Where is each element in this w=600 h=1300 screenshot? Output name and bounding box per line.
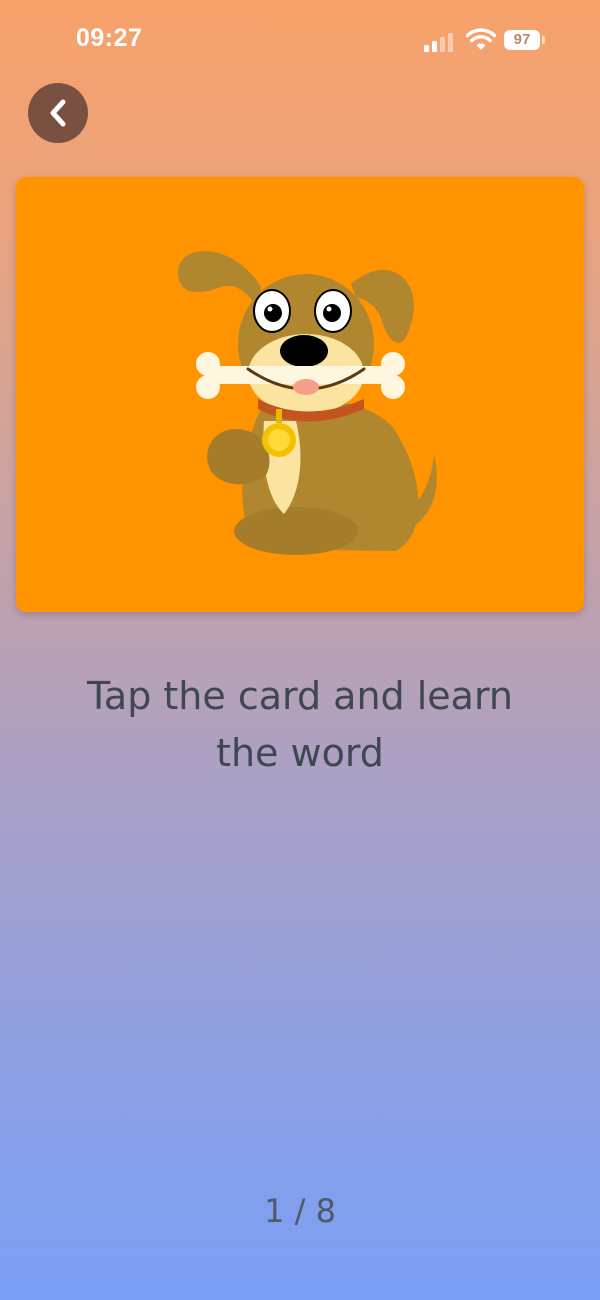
instruction-text: Tap the card and learn the word bbox=[86, 674, 513, 775]
status-time: 09:27 bbox=[76, 24, 143, 52]
wifi-icon bbox=[466, 28, 496, 50]
status-bar: 09:27 97 bbox=[0, 0, 600, 80]
word-card[interactable] bbox=[16, 177, 584, 612]
dog-illustration bbox=[177, 251, 437, 555]
cellular-signal-icon bbox=[424, 33, 453, 52]
chevron-left-icon bbox=[50, 99, 66, 127]
battery-level: 97 bbox=[513, 31, 531, 48]
page-indicator: 1 / 8 bbox=[264, 1192, 336, 1230]
back-button[interactable] bbox=[28, 83, 88, 143]
battery-icon: 97 bbox=[504, 30, 545, 50]
